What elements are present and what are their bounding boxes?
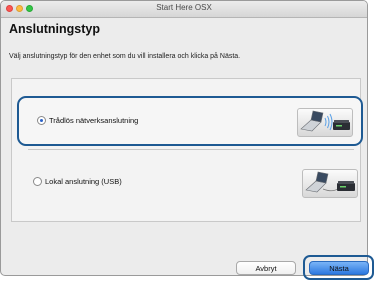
cancel-button[interactable]: Avbryt — [236, 261, 296, 275]
window-title: Start Here OSX — [156, 3, 212, 12]
options-divider — [28, 149, 354, 150]
radio-usb[interactable] — [33, 177, 42, 186]
option-wireless-label: Trådlös nätverksanslutning — [49, 116, 139, 125]
wireless-connection-icon — [297, 108, 353, 137]
page-title: Anslutningstyp — [9, 22, 100, 36]
next-button-highlight — [303, 255, 374, 280]
option-usb-label: Lokal anslutning (USB) — [45, 177, 122, 186]
option-wireless[interactable]: Trådlös nätverksanslutning — [17, 96, 363, 146]
title-bar: Start Here OSX — [1, 1, 367, 18]
instruction-text: Välj anslutningstyp för den enhet som du… — [9, 53, 241, 60]
usb-connection-icon — [302, 169, 358, 198]
radio-wireless[interactable] — [37, 116, 46, 125]
option-usb[interactable]: Lokal anslutning (USB) — [17, 157, 363, 207]
